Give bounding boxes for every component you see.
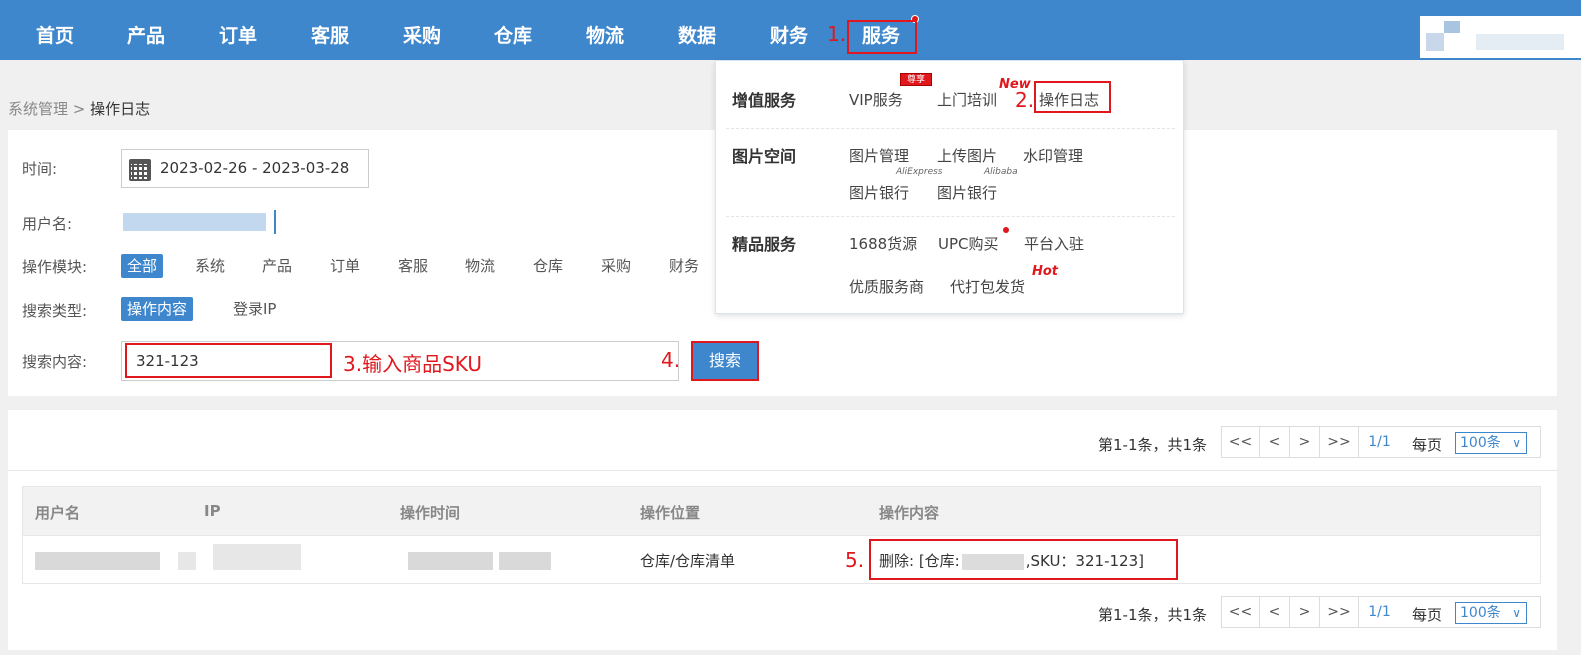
annotation-step5: 5. bbox=[845, 548, 865, 572]
annotation-step2: 2. bbox=[1015, 88, 1035, 112]
per-page-select-bottom[interactable]: 100条 ∨ bbox=[1455, 602, 1527, 624]
chevron-down-icon: ∨ bbox=[1512, 606, 1521, 620]
link-watermark-management[interactable]: 水印管理 bbox=[1023, 145, 1083, 166]
upc-new-dot bbox=[1003, 227, 1009, 233]
per-page-label-bottom: 每页 bbox=[1412, 606, 1443, 624]
dropdown-section-image-space: 图片空间 bbox=[732, 147, 797, 166]
module-warehouse[interactable]: 仓库 bbox=[533, 254, 563, 278]
ip-redacted bbox=[213, 544, 301, 570]
pager-next-top[interactable]: > bbox=[1289, 426, 1320, 458]
nav-home[interactable]: 首页 bbox=[36, 0, 74, 60]
username-input[interactable] bbox=[121, 210, 277, 234]
nav-products[interactable]: 产品 bbox=[127, 0, 165, 60]
breadcrumb-current: 操作日志 bbox=[90, 100, 151, 118]
pager-info-bottom: 第1-1条，共1条 bbox=[1098, 606, 1208, 624]
nav-warehouse[interactable]: 仓库 bbox=[494, 0, 532, 60]
link-image-bank-alibaba[interactable]: 图片银行 bbox=[937, 182, 997, 203]
calendar-icon bbox=[129, 159, 151, 181]
search-content-label: 搜索内容: bbox=[22, 353, 88, 371]
link-upc-purchase[interactable]: UPC购买 bbox=[938, 233, 999, 254]
date-range-picker[interactable]: 2023-02-26 - 2023-03-28 bbox=[121, 149, 369, 188]
username-label: 用户名: bbox=[22, 215, 73, 233]
highlight-operation-log bbox=[1034, 81, 1111, 113]
search-type-login-ip[interactable]: 登录IP bbox=[233, 297, 276, 321]
location-cell: 仓库/仓库清单 bbox=[640, 552, 736, 570]
tag-aliexpress: AliExpress bbox=[896, 167, 943, 177]
nav-purchase[interactable]: 采购 bbox=[403, 0, 441, 60]
highlight-search-button bbox=[691, 341, 759, 381]
user-account[interactable] bbox=[1420, 16, 1581, 58]
module-finance[interactable]: 财务 bbox=[669, 254, 699, 278]
link-platform-onboarding[interactable]: 平台入驻 bbox=[1024, 233, 1084, 254]
services-dropdown: 增值服务 VIP服务 尊享 上门培训 New 2. 操作日志 图片空间 图片管理… bbox=[715, 60, 1184, 314]
nav-orders[interactable]: 订单 bbox=[219, 0, 257, 60]
username-redacted bbox=[35, 552, 160, 570]
col-operation-location: 操作位置 bbox=[640, 504, 701, 522]
search-type-content[interactable]: 操作内容 bbox=[121, 297, 194, 321]
nav-data[interactable]: 数据 bbox=[678, 0, 716, 60]
per-page-value-top: 100条 bbox=[1460, 435, 1501, 451]
link-image-bank-aliexpress[interactable]: 图片银行 bbox=[849, 182, 909, 203]
link-packing-shipping[interactable]: 代打包发货 bbox=[950, 276, 1025, 297]
nav-finance[interactable]: 财务 bbox=[770, 0, 808, 60]
table-header: 用户名 IP 操作时间 操作位置 操作内容 bbox=[22, 486, 1541, 536]
search-type-label: 搜索类型: bbox=[22, 302, 88, 320]
module-logistics[interactable]: 物流 bbox=[465, 254, 495, 278]
nav-customer-service[interactable]: 客服 bbox=[311, 0, 349, 60]
pager-page-top: 1/1 bbox=[1358, 426, 1401, 458]
link-image-management[interactable]: 图片管理 bbox=[849, 145, 909, 166]
module-products[interactable]: 产品 bbox=[262, 254, 292, 278]
tag-hot: Hot bbox=[1032, 264, 1059, 279]
breadcrumb-separator: > bbox=[72, 100, 86, 118]
col-ip: IP bbox=[204, 502, 221, 520]
per-page-label-top: 每页 bbox=[1412, 436, 1443, 454]
nav-logistics[interactable]: 物流 bbox=[586, 0, 624, 60]
highlight-services bbox=[847, 20, 917, 54]
col-username: 用户名 bbox=[35, 504, 81, 522]
time-label: 时间: bbox=[22, 160, 58, 178]
username-blurred bbox=[1476, 34, 1564, 50]
badge-exclusive: 尊享 bbox=[900, 73, 932, 86]
dropdown-section-value-added: 增值服务 bbox=[732, 91, 797, 110]
col-operation-time: 操作时间 bbox=[400, 504, 461, 522]
chevron-down-icon: ∨ bbox=[1512, 436, 1521, 450]
module-label: 操作模块: bbox=[22, 258, 88, 276]
pager-next-bottom[interactable]: > bbox=[1289, 596, 1320, 628]
top-nav: 首页 产品 订单 客服 采购 仓库 物流 数据 财务 服务 bbox=[0, 0, 1581, 60]
pager-first-bottom[interactable]: << bbox=[1221, 596, 1260, 628]
annotation-step3: 3.输入商品SKU bbox=[343, 352, 482, 376]
module-all[interactable]: 全部 bbox=[121, 254, 164, 278]
annotation-step1: 1. bbox=[827, 22, 847, 46]
table-row: 仓库/仓库清单 删除: [仓库: ,SKU：321-123] bbox=[22, 536, 1541, 584]
time-redacted bbox=[408, 552, 493, 570]
link-1688-sourcing[interactable]: 1688货源 bbox=[849, 233, 917, 254]
pager-prev-bottom[interactable]: < bbox=[1259, 596, 1290, 628]
breadcrumb-parent[interactable]: 系统管理 bbox=[8, 100, 68, 118]
pager-last-top[interactable]: >> bbox=[1319, 426, 1359, 458]
pager-info-top: 第1-1条，共1条 bbox=[1098, 436, 1208, 454]
pager-page-bottom: 1/1 bbox=[1358, 596, 1401, 628]
avatar bbox=[1426, 33, 1444, 51]
tag-alibaba: Alibaba bbox=[984, 167, 1018, 177]
module-system[interactable]: 系统 bbox=[195, 254, 225, 278]
highlight-search-input bbox=[125, 343, 332, 378]
per-page-select-top[interactable]: 100条 ∨ bbox=[1455, 432, 1527, 454]
link-onsite-training[interactable]: 上门培训 bbox=[937, 89, 997, 110]
dropdown-section-premium: 精品服务 bbox=[732, 235, 797, 254]
pager-prev-top[interactable]: < bbox=[1259, 426, 1290, 458]
module-customer-service[interactable]: 客服 bbox=[398, 254, 428, 278]
annotation-step4: 4. bbox=[661, 348, 681, 372]
col-operation-content: 操作内容 bbox=[879, 504, 940, 522]
link-vip-service[interactable]: VIP服务 bbox=[849, 89, 903, 110]
link-upload-image[interactable]: 上传图片 bbox=[937, 145, 997, 166]
highlight-content-cell bbox=[869, 539, 1178, 580]
date-range-value: 2023-02-26 - 2023-03-28 bbox=[160, 159, 350, 177]
module-purchase[interactable]: 采购 bbox=[601, 254, 631, 278]
pager-last-bottom[interactable]: >> bbox=[1319, 596, 1359, 628]
pager-first-top[interactable]: << bbox=[1221, 426, 1260, 458]
breadcrumb: 系统管理 > 操作日志 bbox=[8, 98, 150, 119]
link-quality-providers[interactable]: 优质服务商 bbox=[849, 276, 924, 297]
module-orders[interactable]: 订单 bbox=[330, 254, 360, 278]
per-page-value-bottom: 100条 bbox=[1460, 605, 1501, 621]
